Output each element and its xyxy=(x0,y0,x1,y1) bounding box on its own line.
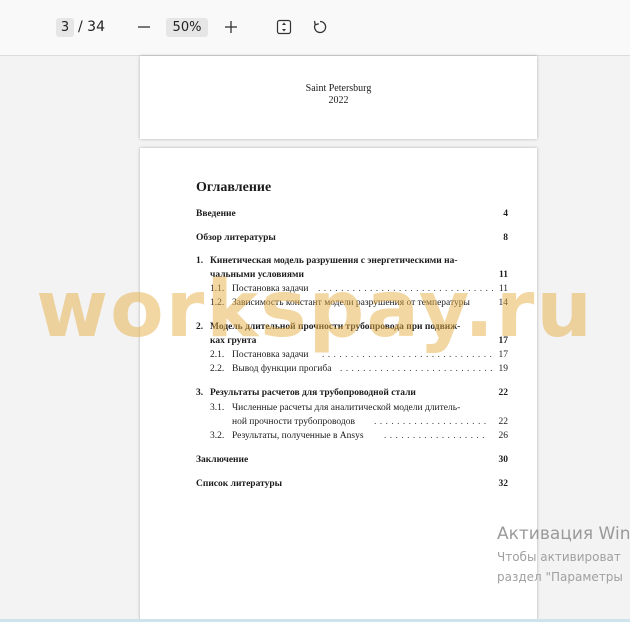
toc-entry-page: 11 xyxy=(498,284,508,294)
toc-entry-text: Численные расчеты для аналитической моде… xyxy=(232,403,461,413)
toc-entry-page: 17 xyxy=(498,350,509,360)
toc-entry-number: 3. xyxy=(196,388,204,398)
toc-entry-text: Постановка задачи xyxy=(232,284,309,294)
toc-entry-number: 1.2. xyxy=(210,298,225,308)
toc-entry-number: 1.1. xyxy=(210,284,225,294)
toc-entry-page: 17 xyxy=(498,336,509,346)
pdf-page-3: Оглавление Введение 4 Обзор литературы 8… xyxy=(140,148,537,622)
toc-heading: Оглавление xyxy=(196,180,272,195)
toc-entry-number: 3.1. xyxy=(210,403,225,413)
plus-icon xyxy=(225,21,237,33)
toc-entry-text: Кинетическая модель разрушения с энергет… xyxy=(210,256,458,266)
toc-leader: ........................................… xyxy=(384,431,486,441)
current-page-input[interactable]: 3 xyxy=(56,18,74,37)
toc-entry-number: 1. xyxy=(196,256,204,266)
toc-entry-page: 19 xyxy=(498,364,509,374)
toc-entry-number: 2.1. xyxy=(210,350,225,360)
toc-entry-text: Обзор литературы xyxy=(196,233,276,243)
fit-page-icon xyxy=(276,19,292,35)
toc-entry-page: 14 xyxy=(498,298,509,308)
toc-leader: ........................................… xyxy=(322,350,494,360)
toc-leader: ........................................… xyxy=(318,284,494,294)
toc-entry-page: 22 xyxy=(498,417,509,427)
windows-activation-line: Чтобы активироват xyxy=(497,550,621,564)
toc-entry-page: 30 xyxy=(498,455,509,465)
toc-entry-number: 3.2. xyxy=(210,431,225,441)
toc-entry-text: Результаты расчетов для трубопроводной с… xyxy=(210,388,416,398)
toc-entry-number: 2. xyxy=(196,322,204,332)
toc-entry-page: 4 xyxy=(503,209,508,219)
windows-activation-title: Активация Win xyxy=(497,524,630,544)
toc-entry-text: Модель длительной прочности трубопровода… xyxy=(210,322,461,332)
viewer-toolbar: 3 / 34 50% xyxy=(0,0,630,56)
toc-entry-text: Введение xyxy=(196,209,236,219)
toc-entry-text: ках грунта xyxy=(210,336,257,346)
toc-entry-page: 26 xyxy=(498,431,509,441)
zoom-out-button[interactable] xyxy=(131,14,157,40)
toc-entry-page: 8 xyxy=(503,233,508,243)
title-page-city: Saint Petersburg xyxy=(305,83,372,94)
toc-leader: ........................................… xyxy=(340,364,494,374)
rotate-icon xyxy=(313,20,327,34)
toc-entry-text: Вывод функции прогиба xyxy=(232,364,332,374)
toc-entry-text: Зависимость констант модели разрушения о… xyxy=(232,298,470,308)
zoom-in-button[interactable] xyxy=(218,14,244,40)
toc-entry-page: 32 xyxy=(498,479,509,489)
fit-page-button[interactable] xyxy=(271,14,297,40)
toc-entry-text: Результаты, полученные в Ansys xyxy=(232,431,364,441)
toc-entry-text: Список литературы xyxy=(196,479,283,489)
zoom-level[interactable]: 50% xyxy=(166,18,208,37)
toc-entry-text: ной прочности трубопроводов xyxy=(232,417,355,427)
toc-entry-page: 11 xyxy=(499,270,508,280)
toc-entry-number: 2.2. xyxy=(210,364,225,374)
toc-entry-page: 22 xyxy=(498,388,509,398)
toc-leader: ........................................… xyxy=(374,417,486,427)
rotate-button[interactable] xyxy=(307,14,333,40)
title-page-year: 2022 xyxy=(328,95,349,106)
toc-entry-text: Постановка задачи xyxy=(232,350,309,360)
toc-entry-text: Заключение xyxy=(196,455,249,465)
page-total: / 34 xyxy=(78,19,105,35)
minus-icon xyxy=(138,26,150,28)
pdf-page-2: Saint Petersburg 2022 xyxy=(140,56,537,139)
toc-entry-text: чальными условиями xyxy=(210,270,304,280)
windows-activation-line: раздел "Параметры xyxy=(497,570,623,584)
